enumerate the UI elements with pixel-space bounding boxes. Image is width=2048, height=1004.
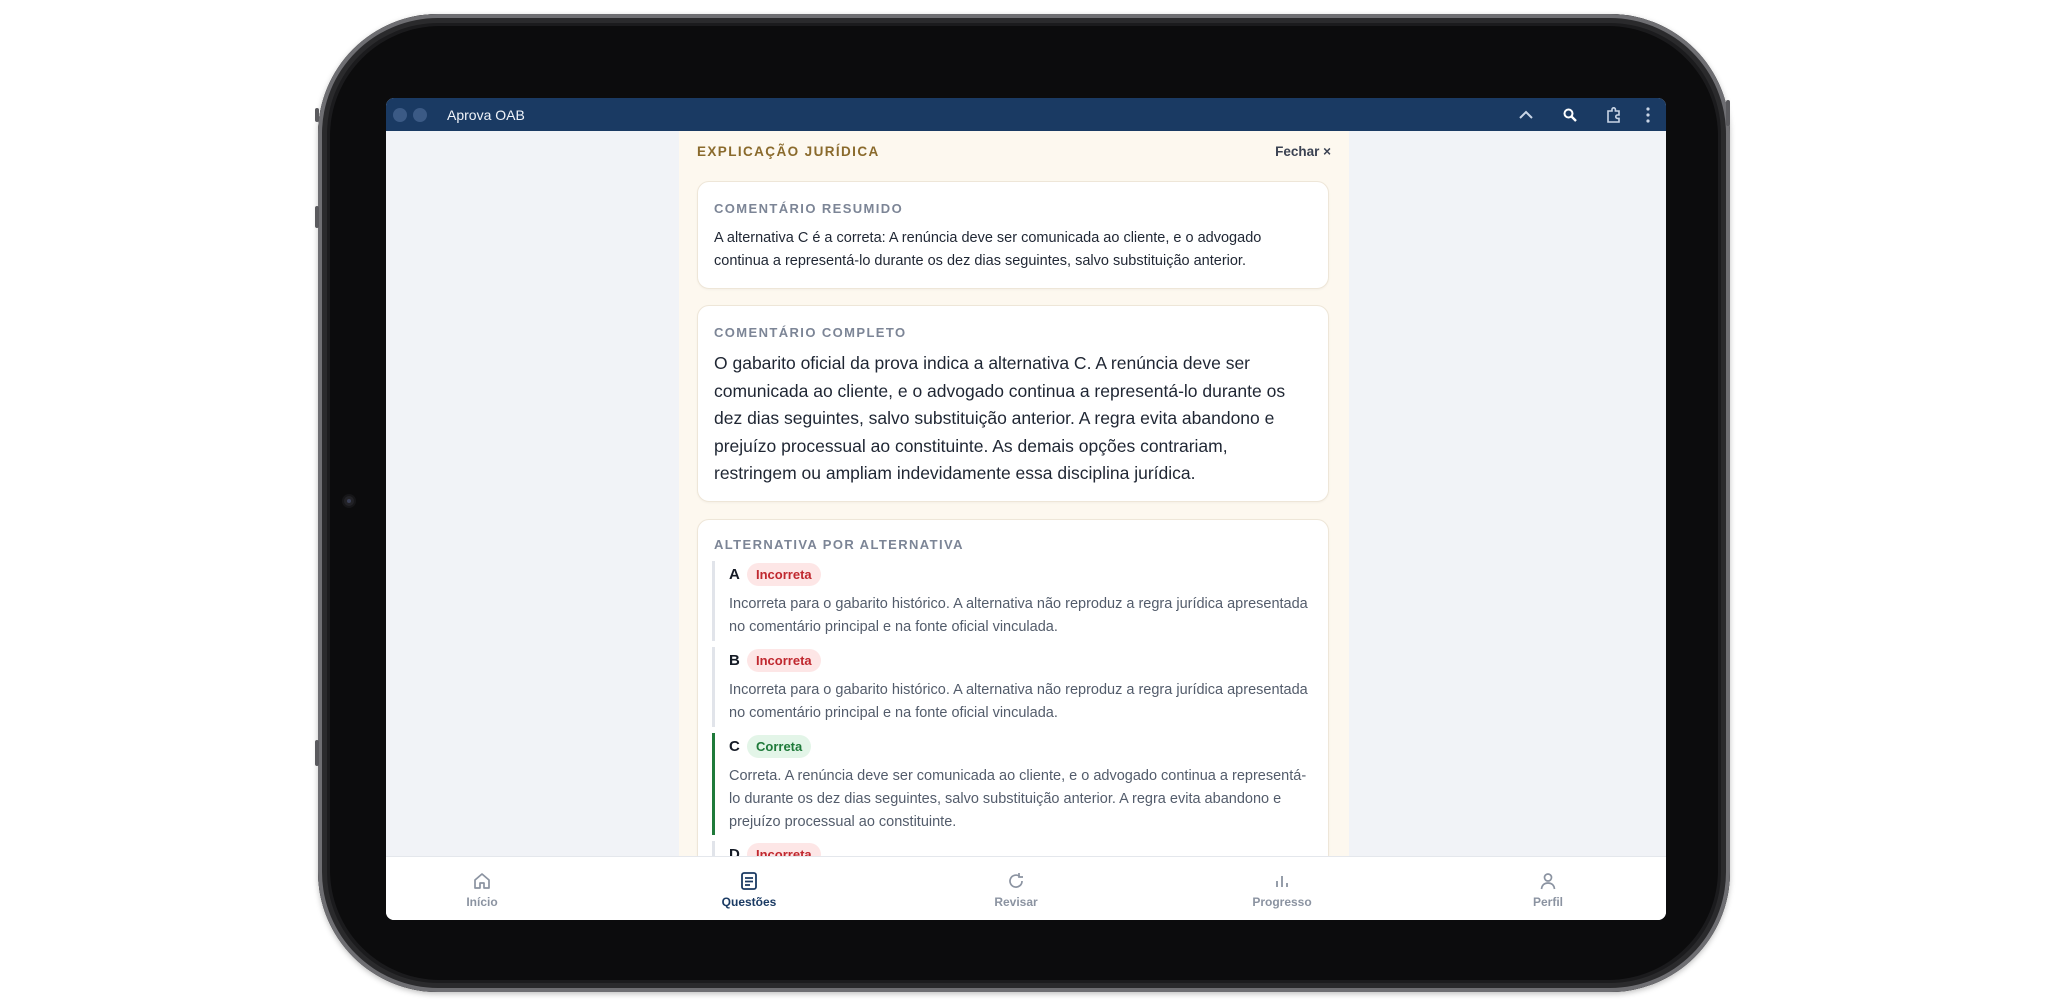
alternative-item: C Correta Correta. A renúncia deve ser c… — [712, 733, 1314, 835]
camera — [342, 494, 356, 508]
alternative-letter: C — [729, 737, 740, 755]
window-control-dot[interactable] — [413, 107, 427, 122]
device-button — [315, 206, 319, 228]
full-comment-card: COMENTÁRIO COMPLETO O gabarito oficial d… — [697, 305, 1329, 502]
summary-label: COMENTÁRIO RESUMIDO — [714, 201, 904, 216]
questions-icon — [740, 870, 758, 892]
alternative-letter: B — [729, 651, 740, 669]
nav-label: Questões — [721, 894, 777, 909]
nav-label: Progresso — [1252, 894, 1312, 909]
refresh-icon — [1006, 870, 1026, 892]
alternative-text: Correta. A renúncia deve ser comunicada … — [729, 768, 1307, 830]
device-button — [1726, 100, 1730, 126]
bottom-navigation: Início Questões Revisar Progresso Perfil — [386, 856, 1666, 920]
nav-item-progresso[interactable]: Progresso — [1222, 857, 1342, 920]
nav-label: Revisar — [994, 894, 1038, 909]
alternative-text: Incorreta para o gabarito histórico. A a… — [729, 682, 1308, 721]
nav-label: Perfil — [1532, 894, 1563, 909]
alternative-letter: A — [729, 565, 740, 583]
explanation-panel: EXPLICAÇÃO JURÍDICA Fechar × COMENTÁRIO … — [679, 131, 1349, 919]
status-badge: Incorreta — [747, 562, 821, 586]
alternative-text: Incorreta para o gabarito histórico. A a… — [729, 596, 1308, 635]
full-comment-label: COMENTÁRIO COMPLETO — [714, 325, 907, 340]
full-comment-text: O gabarito oficial da prova indica a alt… — [714, 353, 1286, 483]
alternative-item: B Incorreta Incorreta para o gabarito hi… — [712, 647, 1314, 727]
person-icon — [1538, 870, 1558, 892]
home-icon — [472, 870, 492, 892]
summary-card: COMENTÁRIO RESUMIDO A alternativa C é a … — [697, 181, 1329, 289]
more-vert-icon[interactable] — [1636, 98, 1660, 131]
status-badge: Incorreta — [747, 648, 821, 672]
nav-label: Início — [466, 894, 498, 909]
close-button[interactable]: Fechar × — [1275, 144, 1331, 159]
nav-item-perfil[interactable]: Perfil — [1488, 857, 1608, 920]
chevron-up-icon[interactable] — [1504, 98, 1548, 131]
nav-item-revisar[interactable]: Revisar — [956, 857, 1076, 920]
device-button — [315, 108, 319, 122]
window-control-dot[interactable] — [393, 107, 407, 122]
device-button — [315, 740, 319, 766]
summary-text: A alternativa C é a correta: A renúncia … — [714, 230, 1262, 269]
panel-title: EXPLICAÇÃO JURÍDICA — [697, 143, 880, 159]
bar-chart-icon — [1272, 870, 1292, 892]
nav-item-questoes[interactable]: Questões — [689, 857, 809, 920]
search-icon[interactable] — [1548, 98, 1592, 131]
app-screen: Aprova OAB EXPLICAÇÃO JURÍDICA Fechar × … — [386, 98, 1666, 920]
alternative-item: A Incorreta Incorreta para o gabarito hi… — [712, 561, 1314, 641]
extension-icon[interactable] — [1592, 98, 1636, 131]
alternatives-label: ALTERNATIVA POR ALTERNATIVA — [714, 537, 964, 552]
nav-item-inicio[interactable]: Início — [422, 857, 542, 920]
app-title: Aprova OAB — [447, 106, 525, 123]
status-badge: Correta — [747, 734, 812, 758]
title-bar: Aprova OAB — [386, 98, 1666, 131]
